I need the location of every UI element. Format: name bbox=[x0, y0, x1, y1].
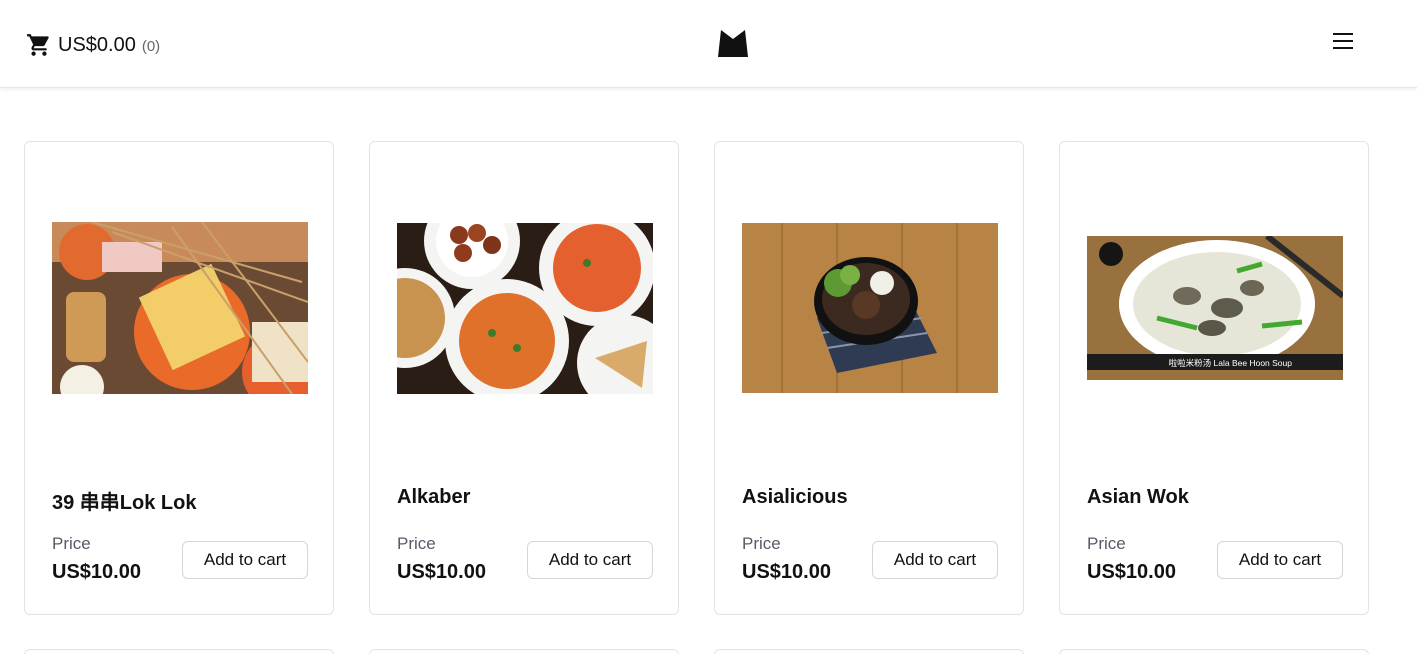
product-name[interactable]: 39 串串Lok Lok bbox=[52, 486, 196, 515]
price-value: US$10.00 bbox=[742, 561, 831, 583]
price-label: Price bbox=[52, 534, 91, 553]
product-card-next-row[interactable] bbox=[1059, 649, 1369, 654]
product-card-next-row[interactable] bbox=[369, 649, 679, 654]
cart-link[interactable]: US$0.00 (0) bbox=[26, 30, 160, 60]
product-card[interactable]: Alkaber Price US$10.00 Add to cart bbox=[369, 141, 679, 615]
lok-lok-skewers-photo bbox=[52, 222, 308, 394]
product-image[interactable] bbox=[742, 168, 998, 448]
product-card-next-row[interactable] bbox=[714, 649, 1024, 654]
cart-total: US$0.00 bbox=[58, 33, 136, 56]
price-value: US$10.00 bbox=[1087, 561, 1176, 583]
price-label: Price bbox=[742, 534, 781, 553]
product-name[interactable]: Alkaber bbox=[397, 486, 470, 509]
product-name[interactable]: Asian Wok bbox=[1087, 486, 1189, 509]
product-card-next-row[interactable] bbox=[24, 649, 334, 654]
product-card[interactable]: Asialicious Price US$10.00 Add to cart bbox=[714, 141, 1024, 615]
product-card[interactable]: 啦啦米粉汤 Lala Bee Hoon Soup Asian Wok Price… bbox=[1059, 141, 1369, 615]
add-to-cart-button[interactable]: Add to cart bbox=[182, 541, 308, 579]
cart-count: (0) bbox=[141, 38, 161, 55]
add-to-cart-button[interactable]: Add to cart bbox=[527, 541, 653, 579]
price-value: US$10.00 bbox=[397, 561, 486, 583]
price-value: US$10.00 bbox=[52, 561, 141, 583]
product-image[interactable]: 啦啦米粉汤 Lala Bee Hoon Soup bbox=[1087, 168, 1343, 448]
product-image[interactable] bbox=[397, 168, 653, 448]
add-to-cart-button[interactable]: Add to cart bbox=[872, 541, 998, 579]
price-label: Price bbox=[397, 534, 436, 553]
rice-bowl-photo bbox=[742, 223, 998, 393]
top-header: US$0.00 (0) bbox=[0, 0, 1417, 88]
image-caption: 啦啦米粉汤 Lala Bee Hoon Soup bbox=[1169, 358, 1293, 368]
shopping-cart-icon bbox=[27, 34, 49, 56]
product-image[interactable] bbox=[52, 168, 308, 448]
product-card[interactable]: 39 串串Lok Lok Price US$10.00 Add to cart bbox=[24, 141, 334, 615]
crown-logo-icon[interactable] bbox=[716, 28, 750, 58]
price-label: Price bbox=[1087, 534, 1126, 553]
add-to-cart-button[interactable]: Add to cart bbox=[1217, 541, 1343, 579]
lala-soup-photo: 啦啦米粉汤 Lala Bee Hoon Soup bbox=[1087, 236, 1343, 380]
product-name[interactable]: Asialicious bbox=[742, 486, 848, 509]
curry-dishes-photo bbox=[397, 222, 653, 394]
hamburger-menu-icon[interactable] bbox=[1330, 30, 1356, 52]
